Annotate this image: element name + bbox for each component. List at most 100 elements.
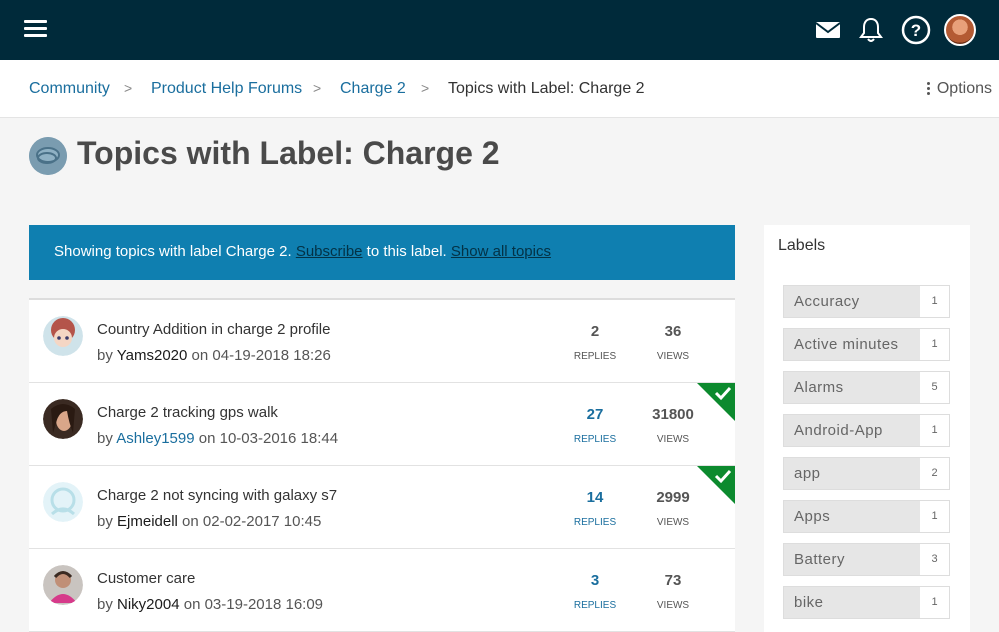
post-date: 04-19-2018 18:26 — [212, 347, 331, 364]
label-battery[interactable]: Battery 3 — [783, 543, 950, 576]
label-name: app — [784, 458, 920, 489]
help-icon[interactable]: ? — [900, 14, 932, 46]
breadcrumb: Community > Product Help Forums > Charge… — [0, 60, 999, 118]
breadcrumb-separator: > — [421, 80, 430, 96]
label-name: Alarms — [784, 372, 920, 403]
topic-meta: by Ashley1599 on 10-03-2016 18:44 — [97, 430, 338, 447]
topic-title-link[interactable]: Charge 2 tracking gps walk — [97, 404, 278, 421]
author-link[interactable]: Ejmeidell — [117, 513, 178, 530]
label-count: 1 — [931, 596, 938, 608]
user-avatar[interactable] — [43, 316, 83, 356]
menu-icon[interactable] — [22, 17, 50, 41]
meta-by: by — [97, 596, 118, 613]
kebab-icon — [926, 80, 931, 97]
solved-checkmark-icon — [697, 466, 735, 504]
topic-meta: by Yams2020 on 04-19-2018 18:26 — [97, 347, 331, 364]
label-count: 1 — [931, 510, 938, 522]
bell-icon[interactable] — [855, 14, 887, 46]
views-label: VIEWS — [656, 434, 690, 445]
page-title: Topics with Label: Charge 2 — [77, 135, 500, 171]
author-link[interactable]: Niky2004 — [117, 596, 180, 613]
chat-bubble-icon — [29, 137, 67, 175]
label-apps[interactable]: Apps 1 — [783, 500, 950, 533]
label-count: 1 — [931, 295, 938, 307]
meta-on: on — [179, 596, 205, 613]
label-name: Apps — [784, 501, 920, 532]
options-menu-button[interactable]: Options — [926, 80, 992, 98]
label-name: Active minutes — [784, 329, 920, 360]
topic-title-link[interactable]: Charge 2 not syncing with galaxy s7 — [97, 487, 337, 504]
replies-label: REPLIES — [573, 600, 617, 611]
user-avatar[interactable] — [43, 399, 83, 439]
post-date: 03-19-2018 16:09 — [204, 596, 324, 613]
subscribe-link[interactable]: Subscribe — [296, 243, 363, 260]
label-filter-banner: Showing topics with label Charge 2. Subs… — [29, 225, 735, 280]
post-date: 10-03-2016 18:44 — [219, 430, 339, 447]
topic-title-link[interactable]: Customer care — [97, 570, 195, 587]
views-label: VIEWS — [656, 351, 690, 362]
replies-label: REPLIES — [573, 517, 617, 528]
user-avatar[interactable] — [43, 482, 83, 522]
label-count: 3 — [931, 553, 938, 565]
meta-on: on — [194, 430, 220, 447]
label-accuracy[interactable]: Accuracy 1 — [783, 285, 950, 318]
breadcrumb-current: Topics with Label: Charge 2 — [448, 80, 645, 97]
solved-checkmark-icon — [697, 383, 735, 421]
labels-panel: Labels Accuracy 1 Active minutes 1 Alarm… — [764, 225, 970, 632]
label-name: Accuracy — [784, 286, 920, 317]
label-android-app[interactable]: Android-App 1 — [783, 414, 950, 447]
label-bike[interactable]: bike 1 — [783, 586, 950, 619]
top-navigation-bar: ? — [0, 0, 999, 60]
topic-title-link[interactable]: Country Addition in charge 2 profile — [97, 321, 330, 338]
label-count: 1 — [931, 338, 938, 350]
replies-count: 3 — [590, 572, 600, 589]
topic-meta: by Ejmeidell on 02-02-2017 10:45 — [97, 513, 321, 530]
meta-on: on — [177, 513, 203, 530]
topic-list: Country Addition in charge 2 profile by … — [29, 298, 735, 632]
replies-label: REPLIES — [573, 434, 617, 445]
label-name: bike — [784, 587, 920, 618]
breadcrumb-separator: > — [124, 80, 133, 96]
user-avatar[interactable] — [43, 565, 83, 605]
label-name: Battery — [784, 544, 920, 575]
breadcrumb-charge-2[interactable]: Charge 2 — [340, 80, 406, 98]
topic-row: Charge 2 tracking gps walk by Ashley1599… — [29, 383, 735, 466]
views-label: VIEWS — [656, 600, 690, 611]
meta-by: by — [97, 513, 118, 530]
label-active-minutes[interactable]: Active minutes 1 — [783, 328, 950, 361]
label-count: 2 — [931, 467, 938, 479]
topic-meta: by Niky2004 on 03-19-2018 16:09 — [97, 596, 323, 613]
label-count: 1 — [931, 424, 938, 436]
meta-by: by — [97, 430, 117, 447]
label-app[interactable]: app 2 — [783, 457, 950, 490]
breadcrumb-product-help-forums[interactable]: Product Help Forums — [151, 80, 302, 98]
views-label: VIEWS — [656, 517, 690, 528]
topic-row: Customer care by Niky2004 on 03-19-2018 … — [29, 549, 735, 632]
replies-count: 27 — [586, 406, 604, 423]
replies-count: 14 — [586, 489, 604, 506]
views-count: 73 — [664, 572, 682, 589]
topic-row: Charge 2 not syncing with galaxy s7 by E… — [29, 466, 735, 549]
banner-text-middle: to this label. — [362, 243, 451, 260]
label-count: 5 — [931, 381, 938, 393]
meta-by: by — [97, 347, 117, 364]
label-alarms[interactable]: Alarms 5 — [783, 371, 950, 404]
replies-label: REPLIES — [573, 351, 617, 362]
post-date: 02-02-2017 10:45 — [202, 513, 322, 530]
label-name: Android-App — [784, 415, 920, 446]
replies-count: 2 — [590, 323, 600, 340]
options-label: Options — [936, 80, 992, 97]
views-count: 36 — [664, 323, 682, 340]
labels-heading: Labels — [778, 237, 826, 254]
author-link[interactable]: Ashley1599 — [116, 430, 194, 447]
show-all-topics-link[interactable]: Show all topics — [451, 243, 551, 260]
mail-icon[interactable] — [812, 14, 844, 46]
banner-text: Showing topics with label Charge 2. — [54, 243, 296, 260]
breadcrumb-separator: > — [313, 80, 322, 96]
svg-text:?: ? — [911, 21, 921, 40]
avatar[interactable] — [944, 14, 976, 46]
author-link[interactable]: Yams2020 — [117, 347, 188, 364]
breadcrumb-community[interactable]: Community — [29, 80, 110, 98]
meta-on: on — [187, 347, 213, 364]
topic-row: Country Addition in charge 2 profile by … — [29, 300, 735, 383]
